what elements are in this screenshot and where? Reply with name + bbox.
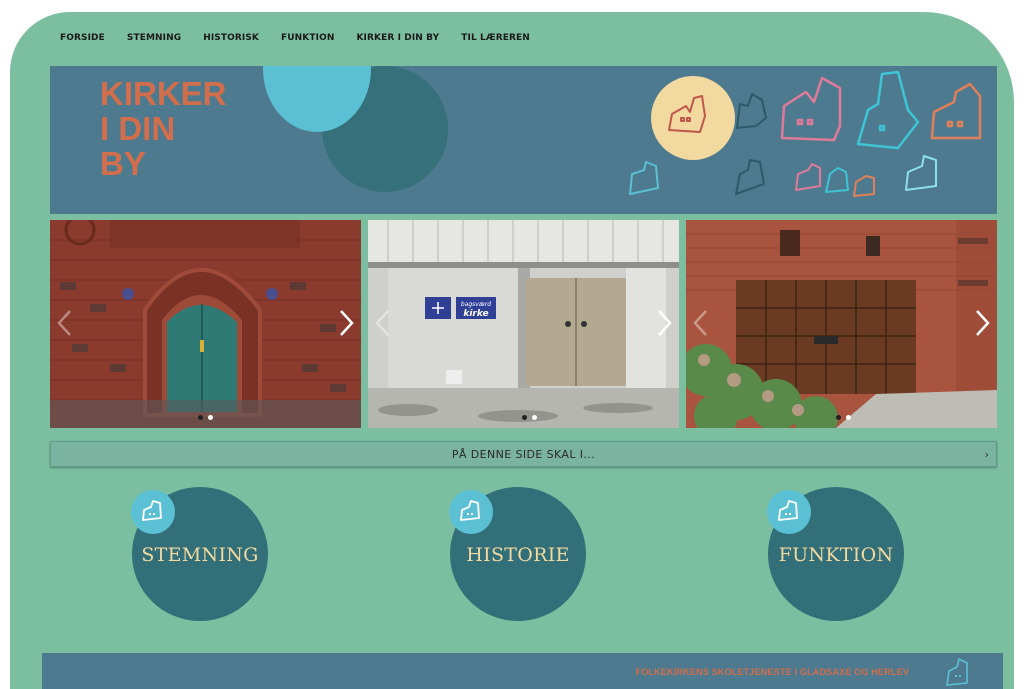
header-banner: KIRKER I DIN BY — [50, 66, 997, 214]
church-icon-cyan-outline-small — [629, 161, 659, 195]
section-button-stemning[interactable]: STEMNING — [131, 487, 268, 621]
accordion-toggle[interactable]: PÅ DENNE SIDE SKAL I... › — [50, 441, 997, 467]
brown-door-image — [686, 220, 997, 428]
chevron-left-icon — [57, 310, 71, 336]
accordion-label: PÅ DENNE SIDE SKAL I... — [451, 448, 596, 461]
top-navigation: FORSIDE STEMNING HISTORISK FUNKTION KIRK… — [60, 33, 530, 49]
church-icon-cyan-large — [856, 70, 920, 150]
church-door-image — [50, 220, 361, 428]
carousel-2-next-button[interactable] — [653, 308, 675, 338]
church-badge — [449, 490, 493, 534]
nav-item-stemning[interactable]: STEMNING — [127, 33, 181, 49]
carousel-1-prev-button[interactable] — [54, 308, 76, 338]
carousel-dot-active[interactable] — [836, 415, 841, 420]
church-icon — [778, 500, 798, 521]
nav-item-forside[interactable]: FORSIDE — [60, 33, 105, 49]
carousel-dot-active[interactable] — [208, 415, 213, 420]
site-footer: FOLKEKIRKENS SKOLETJENESTE I GLADSAXE OG… — [42, 653, 1003, 689]
carousel-dot[interactable] — [846, 415, 851, 420]
carousel-dot[interactable] — [198, 415, 203, 420]
section-button-funktion[interactable]: FUNKTION — [767, 487, 904, 621]
church-icon-dark-outline-small — [735, 159, 765, 195]
church-icons-cluster — [629, 70, 982, 197]
nav-item-historisk[interactable]: HISTORISK — [203, 33, 259, 49]
image-carousel-1 — [50, 220, 361, 428]
nav-item-funktion[interactable]: FUNKTION — [281, 33, 334, 49]
chevron-left-icon — [375, 310, 389, 336]
church-icon-orange-large — [930, 82, 982, 140]
carousel-dot-active[interactable] — [522, 415, 527, 420]
chevron-right-icon — [658, 310, 672, 336]
church-sign-line-2: kirke — [463, 309, 488, 319]
image-carousel-3 — [686, 220, 997, 428]
footer-text: FOLKEKIRKENS SKOLETJENESTE I GLADSAXE OG… — [635, 667, 909, 677]
chevron-left-icon — [693, 310, 707, 336]
church-badge — [131, 490, 175, 534]
bagsvaerd-church-entrance-image: bagsværd kirke — [368, 220, 679, 428]
carousel-1-dots — [50, 415, 361, 420]
nav-item-til-laereren[interactable]: TIL LÆREREN — [461, 33, 530, 49]
chevron-right-icon — [340, 310, 354, 336]
church-sign-line-1: bagsværd — [461, 301, 491, 308]
church-icon — [142, 500, 162, 521]
image-carousel-2: bagsværd kirke — [368, 220, 679, 428]
church-icon-red-on-yellow — [668, 95, 706, 133]
church-icon-dark-small — [736, 93, 767, 129]
section-label-funktion: FUNKTION — [778, 544, 894, 566]
church-icon — [460, 500, 480, 521]
chevron-right-icon — [976, 310, 990, 336]
church-badge — [767, 490, 811, 534]
section-label-historie: HISTORIE — [466, 544, 570, 566]
church-icons-tiny-row — [795, 163, 875, 197]
carousel-dot[interactable] — [532, 415, 537, 420]
carousel-1-next-button[interactable] — [335, 308, 357, 338]
nav-item-kirker-i-din-by[interactable]: KIRKER I DIN BY — [356, 33, 439, 49]
church-icon — [946, 658, 968, 686]
carousel-2-dots — [368, 415, 679, 420]
carousel-3-dots — [686, 415, 997, 420]
carousel-3-next-button[interactable] — [971, 308, 993, 338]
church-icon-cyan-outline-right — [905, 155, 937, 191]
section-button-historie[interactable]: HISTORIE — [449, 487, 586, 621]
church-icon-pink-large — [780, 76, 842, 142]
carousel-3-prev-button[interactable] — [690, 308, 712, 338]
carousel-2-prev-button[interactable] — [372, 308, 394, 338]
chevron-right-icon: › — [984, 448, 989, 461]
section-label-stemning: STEMNING — [141, 544, 259, 566]
